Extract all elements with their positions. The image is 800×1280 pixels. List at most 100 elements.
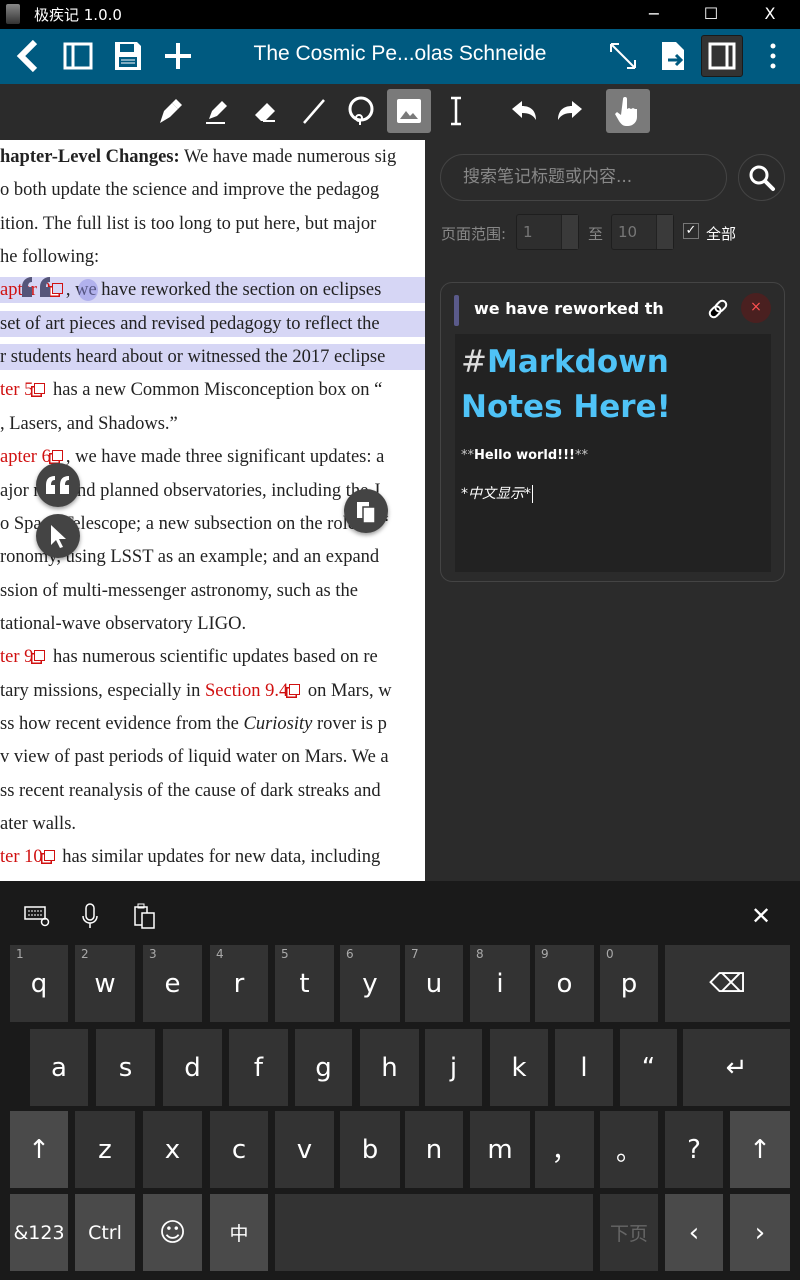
range-to-spinbox[interactable]: 10	[611, 214, 674, 250]
key-b[interactable]: b	[340, 1111, 400, 1188]
pointer-button[interactable]	[36, 514, 80, 558]
key-label: g	[315, 1052, 332, 1083]
key-emoji[interactable]: ☺	[143, 1194, 202, 1271]
text-select-tool[interactable]	[434, 89, 478, 133]
key-?[interactable]: ?	[665, 1111, 723, 1188]
key-w[interactable]: 2w	[75, 945, 135, 1022]
key-shift-right[interactable]: ↑	[730, 1111, 790, 1188]
key-d[interactable]: d	[163, 1029, 222, 1106]
key-o[interactable]: 9o	[535, 945, 594, 1022]
range-from-spinbox[interactable]: 1	[516, 214, 579, 250]
minimize-button[interactable]: −	[628, 0, 680, 29]
add-button[interactable]	[157, 35, 199, 77]
spin-arrows[interactable]	[656, 215, 673, 249]
key-，[interactable]: ，	[535, 1111, 594, 1188]
spin-arrows[interactable]	[561, 215, 578, 249]
key-s[interactable]: s	[96, 1029, 155, 1106]
line-tool[interactable]	[292, 89, 336, 133]
key-j[interactable]: j	[425, 1029, 482, 1106]
key-q[interactable]: 1q	[10, 945, 68, 1022]
key-u[interactable]: 7u	[405, 945, 463, 1022]
save-button[interactable]	[107, 35, 149, 77]
text-span: , Lasers, and Shadows.”	[0, 413, 178, 434]
key-right[interactable]: ›	[730, 1194, 790, 1271]
key-c[interactable]: c	[210, 1111, 268, 1188]
key-space[interactable]	[275, 1194, 593, 1271]
close-window-button[interactable]: X	[744, 0, 796, 29]
cross-reference-link[interactable]: Section 9.4	[205, 681, 288, 701]
keyboard-settings-button[interactable]	[22, 901, 52, 931]
key-symbols[interactable]: &123	[10, 1194, 68, 1271]
key-m[interactable]: m	[470, 1111, 530, 1188]
paste-button[interactable]	[344, 489, 388, 533]
fullscreen-button[interactable]	[602, 35, 644, 77]
lasso-tool[interactable]	[339, 89, 383, 133]
document-page[interactable]: hapter-Level Changes: We have made numer…	[0, 140, 425, 881]
key-language[interactable]: 中	[210, 1194, 268, 1271]
more-menu-button[interactable]	[752, 35, 794, 77]
key-a[interactable]: a	[30, 1029, 88, 1106]
app-bar: The Cosmic Pe...olas Schneide	[0, 29, 800, 84]
selection-start-quote-handle[interactable]	[20, 275, 54, 299]
key-shift-left[interactable]: ↑	[10, 1111, 68, 1188]
sidebar-toggle-button[interactable]	[57, 35, 99, 77]
key-。[interactable]: 。	[600, 1111, 658, 1188]
delete-note-button[interactable]: ×	[741, 293, 771, 323]
key-t[interactable]: 5t	[275, 945, 334, 1022]
all-pages-checkbox[interactable]: ✓	[683, 223, 699, 239]
key-p[interactable]: 0p	[600, 945, 658, 1022]
key-l[interactable]: l	[555, 1029, 613, 1106]
touch-mode-button[interactable]	[606, 89, 650, 133]
key-k[interactable]: k	[490, 1029, 548, 1106]
key-backspace[interactable]: ⌫	[665, 945, 790, 1022]
key-“[interactable]: “	[620, 1029, 677, 1106]
key-label: r	[233, 968, 245, 999]
eraser-tool[interactable]	[243, 89, 287, 133]
maximize-button[interactable]: ☐	[685, 0, 737, 29]
key-g[interactable]: g	[295, 1029, 352, 1106]
search-input[interactable]: 搜索笔记标题或内容...	[440, 154, 727, 201]
redo-button[interactable]	[548, 89, 592, 133]
cross-reference-link[interactable]: apter 6	[0, 447, 51, 467]
key-h[interactable]: h	[360, 1029, 419, 1106]
key-y[interactable]: 6y	[340, 945, 400, 1022]
key-f[interactable]: f	[229, 1029, 288, 1106]
text-span: on Mars, w	[303, 680, 392, 701]
text-span: set of art pieces and revised pedagogy t…	[0, 313, 380, 334]
key-v[interactable]: v	[275, 1111, 334, 1188]
key-z[interactable]: z	[75, 1111, 135, 1188]
text-span: rover is p	[312, 713, 387, 734]
key-r[interactable]: 4r	[210, 945, 268, 1022]
markdown-editor[interactable]: #Markdown Notes Here! **Hello world!!!**…	[455, 334, 771, 572]
cursor-arrow-icon	[51, 525, 66, 548]
highlighter-tool[interactable]	[195, 89, 239, 133]
cross-reference-link[interactable]: ter 10	[0, 847, 43, 867]
key-e[interactable]: 3e	[143, 945, 202, 1022]
cross-reference-link[interactable]: ter 9	[0, 647, 33, 667]
note-title[interactable]: we have reworked the sec	[474, 299, 664, 318]
quote-button[interactable]	[36, 463, 80, 507]
selection-end-handle[interactable]	[78, 279, 98, 301]
clipboard-button[interactable]	[130, 901, 160, 931]
back-button[interactable]	[6, 35, 48, 77]
key-x[interactable]: x	[143, 1111, 202, 1188]
text-span: v view of past periods of liquid water o…	[0, 747, 389, 768]
key-i[interactable]: 8i	[470, 945, 530, 1022]
key-ctrl[interactable]: Ctrl	[75, 1194, 135, 1271]
voice-input-button[interactable]	[75, 901, 105, 931]
key-next-page[interactable]: 下页	[600, 1194, 658, 1271]
link-button[interactable]	[707, 298, 731, 322]
search-button[interactable]	[738, 154, 785, 201]
key-n[interactable]: n	[405, 1111, 463, 1188]
key-left[interactable]: ‹	[665, 1194, 723, 1271]
export-button[interactable]	[652, 35, 694, 77]
key-enter[interactable]: ↵	[683, 1029, 790, 1106]
key-label: Ctrl	[88, 1221, 122, 1244]
cross-reference-link[interactable]: ter 5	[0, 380, 33, 400]
side-panel-toggle-button[interactable]	[701, 35, 743, 77]
image-tool[interactable]	[387, 89, 431, 133]
close-keyboard-button[interactable]: ✕	[746, 901, 776, 931]
text-line: tational-wave observatory LIGO.	[0, 611, 246, 637]
pen-tool[interactable]	[148, 89, 192, 133]
undo-button[interactable]	[502, 89, 546, 133]
